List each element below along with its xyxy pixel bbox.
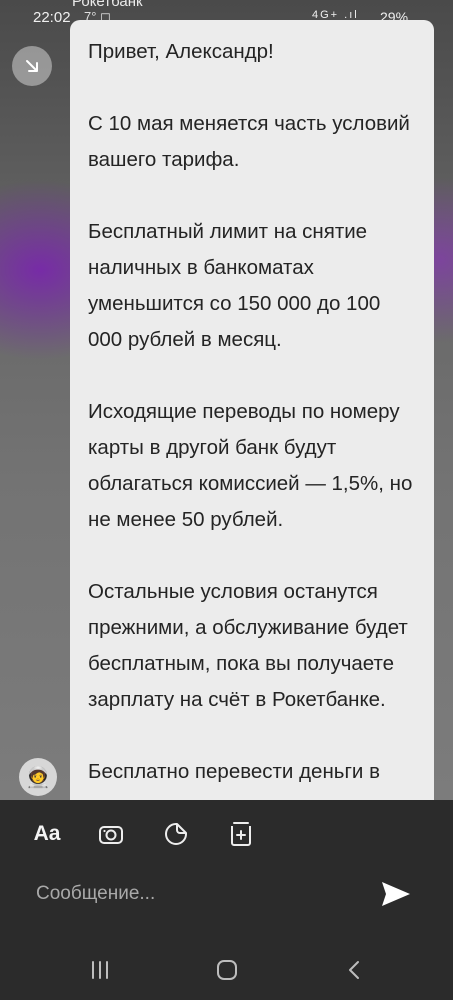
message-text: Привет, Александр! С 10 мая меняется час… xyxy=(88,40,413,783)
sticker-button[interactable] xyxy=(161,819,191,849)
message-input[interactable] xyxy=(36,878,336,910)
home-button[interactable] xyxy=(207,954,247,986)
avatar-emoji: 🧑‍🚀 xyxy=(25,766,51,789)
chevron-left-icon xyxy=(349,961,359,979)
camera-icon xyxy=(99,826,123,844)
collapse-arrow-icon xyxy=(26,60,38,72)
avatar[interactable]: 🧑‍🚀 xyxy=(19,758,57,796)
recents-button[interactable] xyxy=(80,954,120,986)
app-screen: Рокетбанк 22:02 7° ◻ 4G+ .ıl 29% 🧑‍🚀 При… xyxy=(0,0,453,1000)
back-button[interactable] xyxy=(334,954,374,986)
send-icon xyxy=(382,882,410,906)
status-time: 22:02 xyxy=(33,9,71,26)
home-icon xyxy=(217,960,237,980)
gallery-button[interactable] xyxy=(226,819,256,849)
send-button[interactable] xyxy=(376,876,416,912)
collapse-button[interactable] xyxy=(12,46,52,86)
compose-panel: Aa xyxy=(0,800,453,940)
gallery-add-icon xyxy=(231,822,251,846)
message-bubble[interactable]: Привет, Александр! С 10 мая меняется час… xyxy=(70,20,434,800)
format-text-button[interactable]: Aa xyxy=(30,819,64,849)
system-navigation-bar xyxy=(0,940,453,1000)
recents-icon xyxy=(92,961,108,979)
camera-button[interactable] xyxy=(96,819,126,849)
format-text-label: Aa xyxy=(33,822,61,845)
sticker-icon xyxy=(165,823,187,845)
